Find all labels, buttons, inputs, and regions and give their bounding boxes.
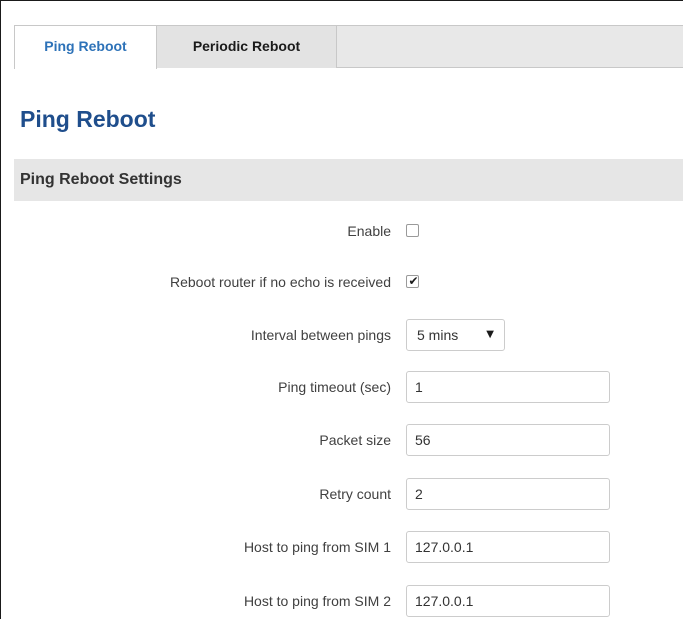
reboot-no-echo-row: Reboot router if no echo is received ✔: [14, 266, 683, 298]
check-icon: ✔: [408, 274, 419, 288]
packet-size-row: Packet size: [14, 424, 683, 456]
interval-select-value: 5 mins: [417, 327, 459, 343]
host-sim2-input[interactable]: [406, 585, 610, 617]
reboot-no-echo-label: Reboot router if no echo is received: [169, 274, 391, 290]
retry-count-label: Retry count: [319, 486, 391, 502]
packet-size-label: Packet size: [319, 432, 391, 448]
enable-row: Enable: [14, 215, 683, 247]
host-sim1-row: Host to ping from SIM 1: [14, 531, 683, 563]
ping-timeout-row: Ping timeout (sec): [14, 371, 683, 403]
reboot-no-echo-checkbox[interactable]: ✔: [406, 274, 419, 288]
host-sim2-label: Host to ping from SIM 2: [243, 593, 391, 609]
interval-select[interactable]: 5 mins ▼: [406, 319, 505, 351]
enable-checkbox[interactable]: [406, 224, 419, 237]
page-title: Ping Reboot: [20, 106, 156, 132]
retry-count-input[interactable]: [406, 478, 610, 510]
dropdown-arrow-icon: ▼: [486, 329, 494, 340]
host-sim1-input[interactable]: [406, 531, 610, 563]
tab-periodic-reboot[interactable]: Periodic Reboot: [157, 25, 337, 68]
tab-ping-reboot[interactable]: Ping Reboot: [14, 25, 157, 69]
section-header: Ping Reboot Settings: [14, 159, 683, 201]
retry-count-row: Retry count: [14, 478, 683, 510]
interval-label: Interval between pings: [250, 327, 391, 343]
tab-bar: Ping Reboot Periodic Reboot: [14, 25, 683, 69]
interval-row: Interval between pings 5 mins ▼: [14, 319, 683, 351]
packet-size-input[interactable]: [406, 424, 610, 456]
window-frame: [0, 0, 683, 619]
host-sim1-label: Host to ping from SIM 1: [243, 539, 391, 555]
enable-label: Enable: [347, 223, 391, 239]
host-sim2-row: Host to ping from SIM 2: [14, 585, 683, 617]
ping-timeout-input[interactable]: [406, 371, 610, 403]
ping-timeout-label: Ping timeout (sec): [278, 379, 391, 395]
